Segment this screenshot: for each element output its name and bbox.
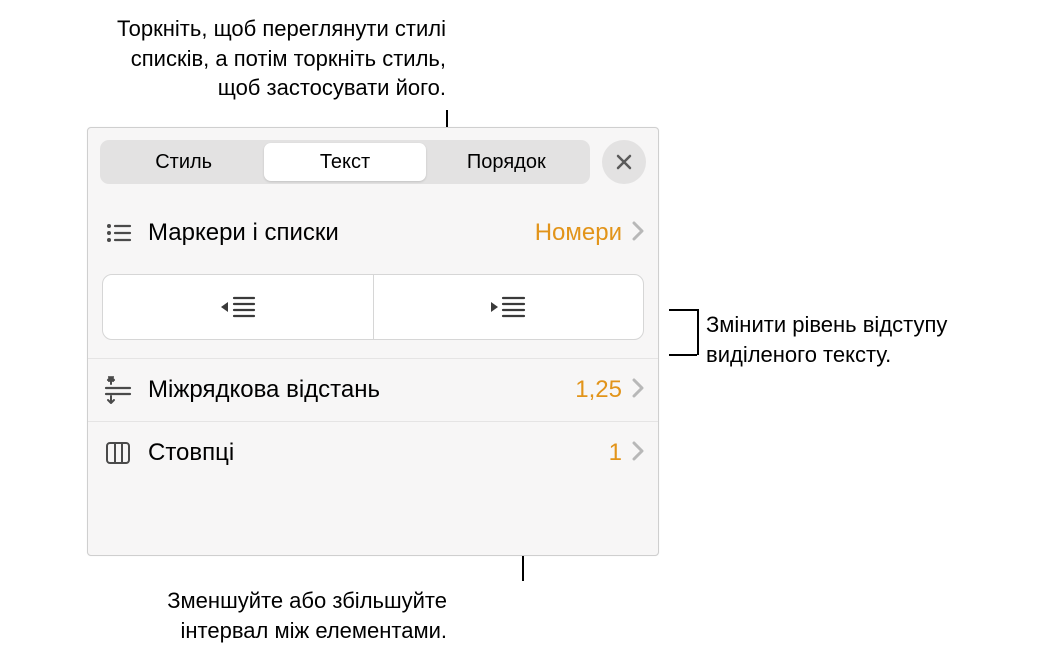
- callout-line: [697, 309, 699, 355]
- format-panel: Стиль Текст Порядок Маркери і списки Ном…: [87, 127, 659, 556]
- segmented-control: Стиль Текст Порядок: [100, 140, 590, 184]
- row-line-spacing[interactable]: Міжрядкова відстань 1,25: [88, 359, 658, 421]
- row-columns[interactable]: Стовпці 1: [88, 421, 658, 484]
- callout-line: [669, 309, 697, 311]
- columns-icon: [104, 438, 148, 468]
- chevron-right-icon: [632, 221, 644, 246]
- close-icon: [614, 152, 634, 172]
- indent-button[interactable]: [374, 275, 644, 339]
- chevron-right-icon: [632, 378, 644, 403]
- line-spacing-icon: [104, 375, 148, 405]
- row-bullets-lists[interactable]: Маркери і списки Номери: [88, 202, 658, 264]
- indent-icon: [488, 292, 528, 322]
- callout-line-spacing: Зменшуйте або збільшуйте інтервал між ел…: [135, 586, 447, 645]
- outdent-icon: [218, 292, 258, 322]
- line-spacing-value: 1,25: [575, 376, 622, 404]
- bullets-value: Номери: [535, 219, 622, 247]
- callout-list-styles: Торкніть, щоб переглянути стилі списків,…: [110, 14, 446, 103]
- columns-label: Стовпці: [148, 439, 609, 467]
- close-button[interactable]: [602, 140, 646, 184]
- indent-button-group: [102, 274, 644, 340]
- panel-header: Стиль Текст Порядок: [88, 128, 658, 202]
- chevron-right-icon: [632, 441, 644, 466]
- columns-value: 1: [609, 439, 622, 467]
- callout-line: [669, 354, 697, 356]
- tab-text[interactable]: Текст: [264, 143, 425, 181]
- outdent-button[interactable]: [103, 275, 374, 339]
- callout-indent-level: Змінити рівень відступу виділеного текст…: [706, 310, 1046, 369]
- bullets-label: Маркери і списки: [148, 219, 535, 247]
- bottom-section: Міжрядкова відстань 1,25 Стовпці 1: [88, 358, 658, 484]
- tab-style[interactable]: Стиль: [103, 143, 264, 181]
- line-spacing-label: Міжрядкова відстань: [148, 376, 575, 404]
- list-icon: [104, 218, 148, 248]
- tab-order[interactable]: Порядок: [426, 143, 587, 181]
